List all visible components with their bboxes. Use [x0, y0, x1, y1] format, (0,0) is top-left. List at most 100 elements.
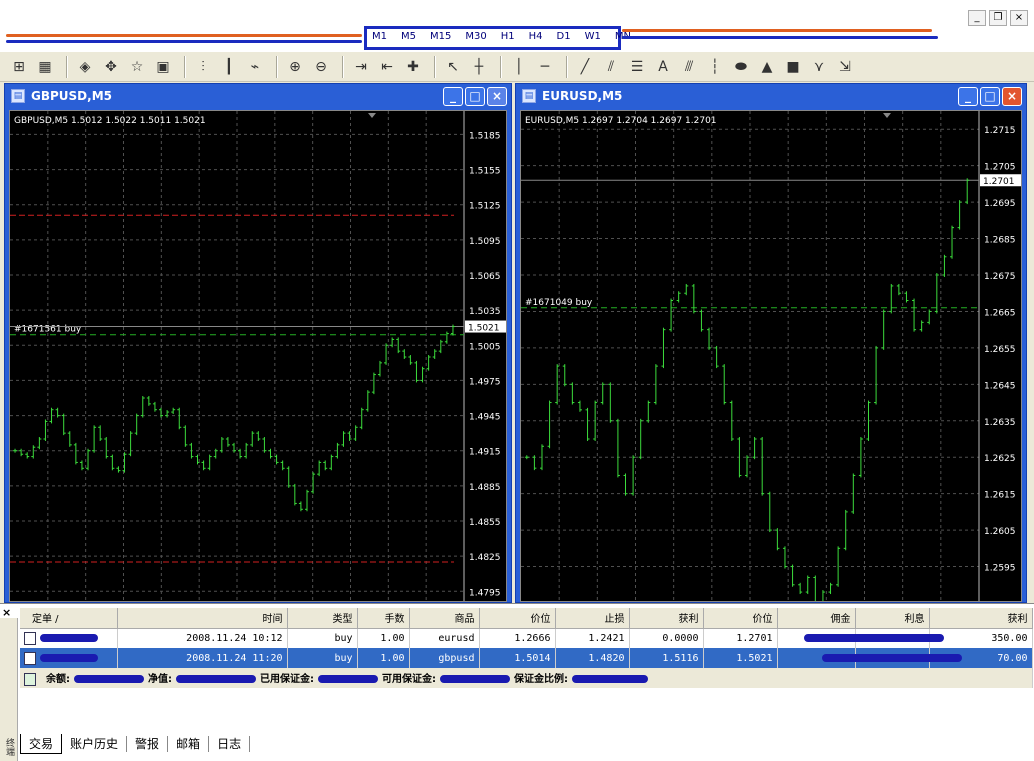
order-row[interactable]: 2008.11.24 11:20 buy 1.00 gbpusd 1.5014 1.482… [20, 648, 1033, 668]
terminal-tab-0[interactable]: 交易 [20, 734, 63, 754]
order-type-cell: buy [287, 628, 358, 648]
y-tick-label: 1.2665 [984, 308, 1016, 318]
chart-titlebar[interactable]: ▤ GBPUSD,M5 [5, 84, 511, 108]
order-id-cell [20, 648, 118, 668]
chart-shift-icon[interactable]: ⇤ [376, 56, 398, 78]
new-chart-icon[interactable]: ⊞ [8, 56, 30, 78]
order-tp-cell: 1.5116 [629, 648, 704, 668]
y-tick-label: 1.2655 [984, 345, 1016, 355]
order-id-cell [20, 628, 118, 648]
zoom-out-icon[interactable]: ⊖ [310, 56, 332, 78]
close-icon[interactable]: × [1010, 10, 1028, 26]
chart-area[interactable]: 1.2715 1.2705 1.2695 1.2685 1.2675 1.2665 1.26… [520, 110, 1022, 602]
chart-window-gbpusd[interactable]: ▤ GBPUSD,M5 _ □ × 1.5185 1.5155 1.5125 1.50… [4, 83, 512, 603]
zoom-in-icon[interactable]: ⊕ [284, 56, 306, 78]
order-row[interactable]: 2008.11.24 10:12 buy 1.00 eurusd 1.2666 1.242… [20, 628, 1033, 648]
balance-label-balance: 余额: [46, 674, 70, 686]
order-profit-cell: 350.00 [929, 628, 1033, 648]
restore-icon[interactable]: ❐ [989, 10, 1007, 26]
fibo-fan-icon[interactable]: ⋎ [808, 56, 830, 78]
column-header[interactable]: 利息 [855, 608, 930, 629]
text-icon[interactable]: A [652, 56, 674, 78]
y-tick-label: 1.4885 [469, 483, 501, 493]
timeframe-h1[interactable]: H1 [501, 31, 515, 42]
orders-table: 定单 / 时间 类型 手数 商品 价位 止损 获利 价位 佣金 利息 获利 2008.11.24 10… [20, 608, 1033, 688]
column-header[interactable]: 手数 [357, 608, 410, 629]
column-header[interactable]: 价位 [703, 608, 778, 629]
timeframe-h4[interactable]: H4 [529, 31, 543, 42]
toolbar-separator [500, 55, 502, 78]
favorites-icon[interactable]: ☆ [126, 56, 148, 78]
triangle-icon[interactable]: ▲ [756, 56, 778, 78]
close-icon[interactable]: × [1002, 87, 1022, 106]
bar-chart-icon[interactable]: ⫶ [192, 56, 214, 78]
toolbar: ⊞ ▦ ◈ ✥ ☆ ▣ ⫶ ┃ ⌁ ⊕ ⊖ ⇥ ⇤ ✚ ↖ ┼ │ ─ ╱ ⫽ ☰ A ⫻ ┆ ⬬ ▲ ■ ⋎ ⇲ [0, 52, 1034, 82]
equidistant-channel-icon[interactable]: ⫽ [600, 56, 622, 78]
cursor-icon[interactable]: ↖ [442, 56, 464, 78]
order-icon [24, 651, 36, 665]
redacted-title-underline-2 [622, 29, 932, 32]
maximize-icon[interactable]: □ [465, 87, 485, 106]
column-header[interactable]: 商品 [409, 608, 480, 629]
minimize-icon[interactable]: _ [443, 87, 463, 106]
market-watch-icon[interactable]: ◈ [74, 56, 96, 78]
order-type-cell: buy [287, 648, 358, 668]
column-header[interactable]: 佣金 [777, 608, 856, 629]
column-header[interactable]: 获利 [929, 608, 1033, 629]
rectangle-icon[interactable]: ■ [782, 56, 804, 78]
line-chart-icon[interactable]: ⌁ [244, 56, 266, 78]
price-chart-gbpusd[interactable]: 1.5185 1.5155 1.5125 1.5095 1.5065 1.5035 1.50… [10, 111, 507, 602]
column-header[interactable]: 止损 [555, 608, 630, 629]
minimize-icon[interactable]: _ [958, 87, 978, 106]
terminal-tab-3[interactable]: 邮箱 [168, 736, 210, 752]
autoscroll-icon[interactable]: ⇥ [350, 56, 372, 78]
balance-label-equity: 净值: [148, 674, 172, 686]
navigator-icon[interactable]: ✥ [100, 56, 122, 78]
chart-area[interactable]: 1.5185 1.5155 1.5125 1.5095 1.5065 1.5035 1.50… [9, 110, 507, 602]
timeframe-w1[interactable]: W1 [585, 31, 601, 42]
timeframe-m1[interactable]: M1 [372, 31, 387, 42]
chart-titlebar[interactable]: ▤ EURUSD,M5 [516, 84, 1026, 108]
y-tick-label: 1.4795 [469, 588, 501, 598]
price-chart-eurusd[interactable]: 1.2715 1.2705 1.2695 1.2685 1.2675 1.2665 1.26… [521, 111, 1022, 602]
crosshair-icon[interactable]: ┼ [468, 56, 490, 78]
horizontal-line-icon[interactable]: ─ [534, 56, 556, 78]
terminal-tab-4[interactable]: 日志 [209, 736, 251, 752]
terminal-tab-1[interactable]: 账户历史 [62, 736, 128, 752]
balance-label-margin: 已用保证金: [260, 674, 314, 686]
chart-window-eurusd[interactable]: ▤ EURUSD,M5 _ □ × 1.2715 1.2705 1.2695 1.26… [515, 83, 1027, 603]
terminal-tab-2[interactable]: 警报 [127, 736, 169, 752]
balance-cell: 余额: 净值: 已用保证金: 可用保证金: 保证金比例: [20, 668, 1033, 688]
chart-window-icon: ▤ [522, 89, 536, 103]
mt4-terminal-window: M1M5M15M30H1H4D1W1MN _ ❐ × ⊞▦◈✥☆▣⫶┃⌁⊕⊖⇥⇤… [0, 0, 1034, 761]
minimize-icon[interactable]: _ [968, 10, 986, 26]
candlestick-icon[interactable]: ┃ [218, 56, 240, 78]
gann-icon[interactable]: ┆ [704, 56, 726, 78]
indicators-icon[interactable]: ✚ [402, 56, 424, 78]
timeframe-m15[interactable]: M15 [430, 31, 451, 42]
y-tick-label: 1.5035 [469, 307, 501, 317]
timeframe-d1[interactable]: D1 [557, 31, 571, 42]
order-current-cell: 1.5021 [703, 648, 778, 668]
maximize-icon[interactable]: □ [980, 87, 1000, 106]
column-header[interactable]: 价位 [479, 608, 556, 629]
pitchfork-icon[interactable]: ⫻ [678, 56, 700, 78]
column-header[interactable]: 获利 [629, 608, 704, 629]
order-lots-cell: 1.00 [357, 648, 410, 668]
ellipse-icon[interactable]: ⬬ [730, 56, 752, 78]
toolbar-separator [66, 55, 68, 78]
column-header[interactable]: 时间 [117, 608, 288, 629]
trendline-icon[interactable]: ╱ [574, 56, 596, 78]
timeframe-m5[interactable]: M5 [401, 31, 416, 42]
order-price-cell: 1.5014 [479, 648, 556, 668]
column-header[interactable]: 定单 / [20, 608, 118, 629]
y-tick-label: 1.4825 [469, 553, 501, 563]
column-header[interactable]: 类型 [287, 608, 358, 629]
arrows-icon[interactable]: ⇲ [834, 56, 856, 78]
vertical-line-icon[interactable]: │ [508, 56, 530, 78]
profiles-icon[interactable]: ▦ [34, 56, 56, 78]
terminal-icon[interactable]: ▣ [152, 56, 174, 78]
fibonacci-icon[interactable]: ☰ [626, 56, 648, 78]
timeframe-m30[interactable]: M30 [465, 31, 486, 42]
close-icon[interactable]: × [487, 87, 507, 106]
